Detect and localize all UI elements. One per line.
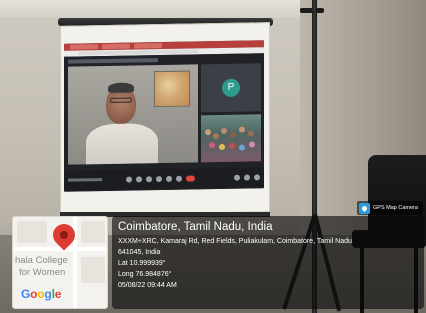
latitude: Lat 10.999939°: [118, 260, 166, 267]
participant-tile: P: [201, 63, 261, 113]
speaker-shirt: [86, 123, 158, 165]
browser-tab: [102, 43, 130, 50]
address-line: XXXM+XRC, Kamaraj Rd, Red Fields, Puliak…: [118, 238, 352, 245]
location-title: Coimbatore, Tamil Nadu, India: [118, 221, 273, 233]
meeting-code: [68, 178, 102, 182]
meeting-body: P: [64, 53, 264, 192]
raise-hand-icon: [156, 176, 162, 183]
browser-tab: [70, 44, 98, 50]
gps-badge-label: GPS Map Camera: [373, 205, 418, 211]
people-icon: [234, 174, 240, 181]
participant-avatar: P: [222, 78, 240, 97]
browser-tab: [134, 43, 162, 49]
audience-video-tile: [201, 114, 261, 163]
longitude: Long 76.984876°: [118, 271, 172, 278]
timestamp: 05/08/22 09:44 AM: [118, 282, 177, 289]
meeting-controls: [64, 167, 264, 191]
gps-map-camera-badge: GPS Map Camera: [357, 201, 423, 215]
google-logo: Google: [21, 287, 62, 301]
speaker-glasses: [110, 97, 132, 103]
map-place-label: hala College for Women: [15, 255, 68, 278]
photo: P GPS Map Camera hala College for Women …: [0, 0, 426, 313]
projected-meeting-window: P: [64, 40, 264, 192]
captions-icon: [146, 176, 152, 183]
camera-icon: [136, 176, 142, 183]
activities-icon: [254, 174, 260, 181]
wall-map-poster: [154, 70, 190, 108]
address-postal: 641045, India: [118, 249, 161, 256]
gps-info-overlay: Coimbatore, Tamil Nadu, India XXXM+XRC, …: [112, 216, 424, 309]
meeting-header: [68, 58, 158, 64]
gps-camera-logo-icon: [359, 202, 370, 214]
present-icon: [166, 175, 172, 182]
speaker-hair: [108, 82, 134, 93]
chat-icon: [244, 174, 250, 181]
location-map-thumbnail: hala College for Women Google: [12, 216, 108, 309]
end-call-icon: [186, 175, 195, 182]
more-icon: [176, 175, 182, 182]
speaker-video-tile: [68, 64, 198, 165]
mic-icon: [126, 176, 132, 183]
